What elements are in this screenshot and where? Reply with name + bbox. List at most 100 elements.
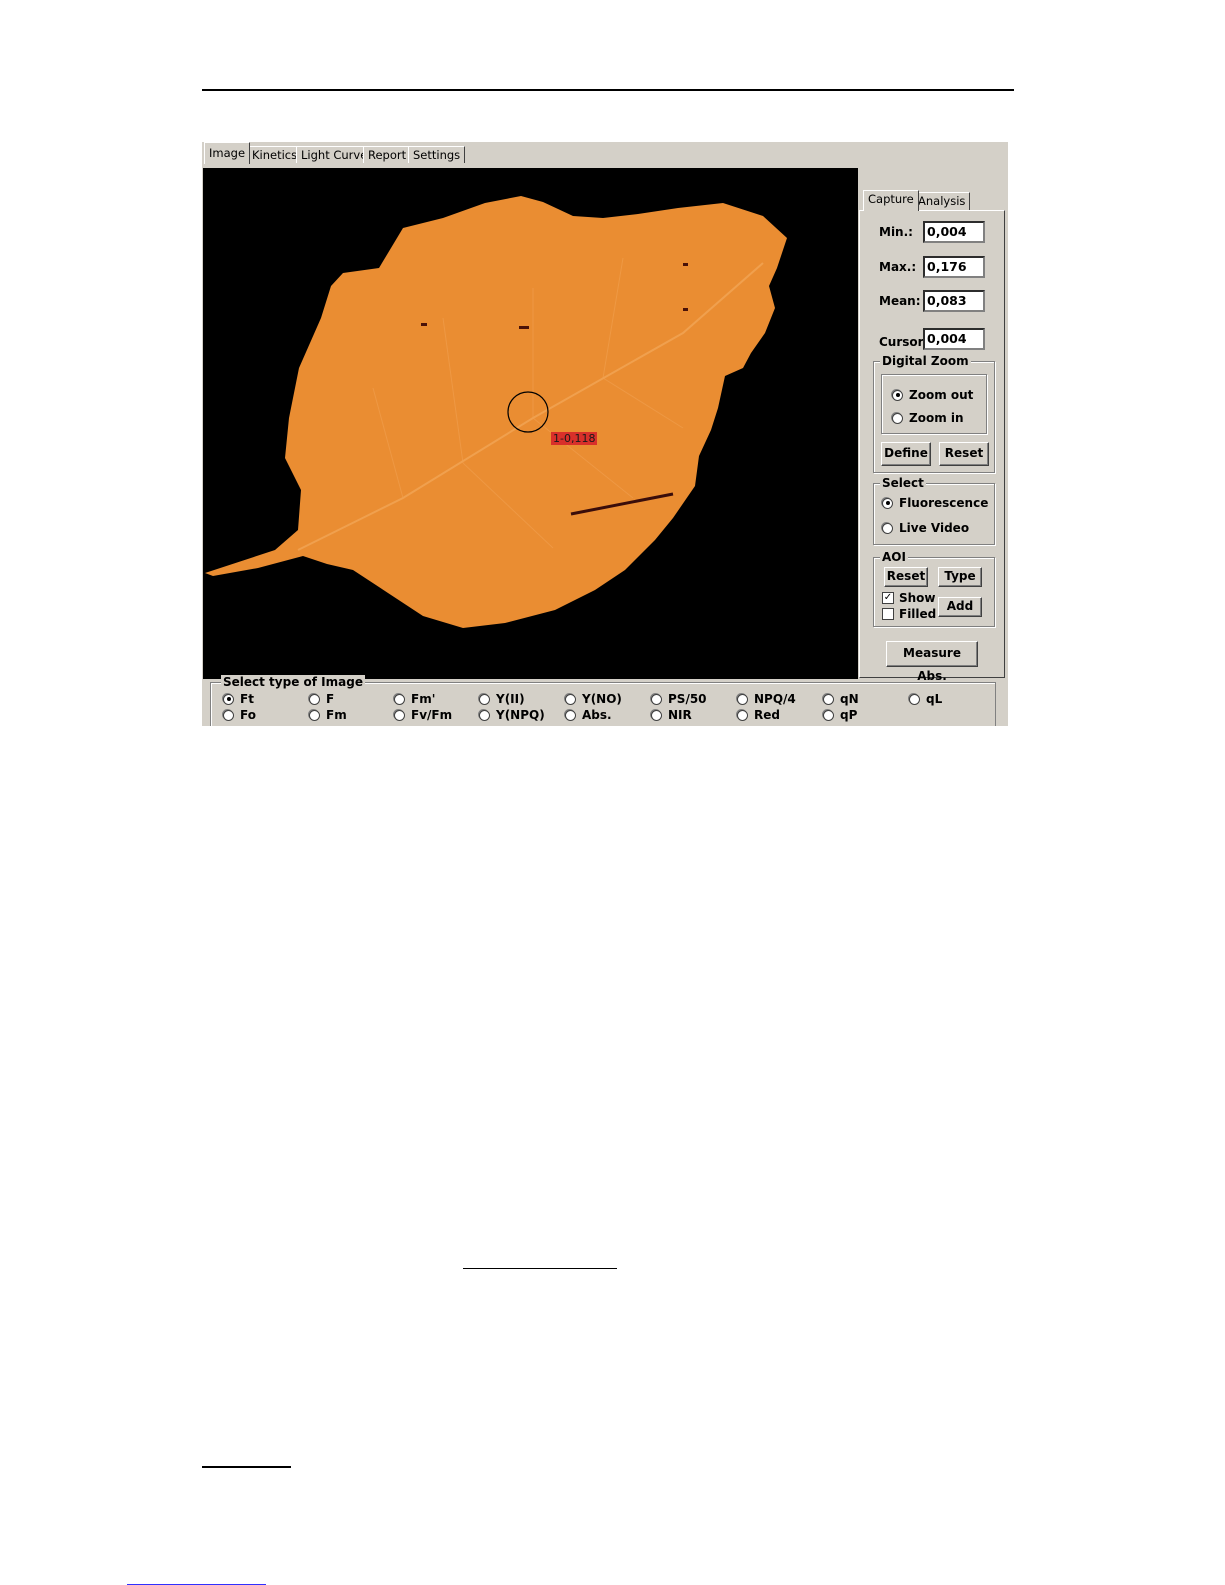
image-type-label: Fm' — [411, 692, 436, 706]
image-type-title: Select type of Image — [221, 675, 365, 689]
filled-checkbox[interactable]: Filled — [882, 607, 936, 621]
show-checkbox-box: ✓ — [882, 592, 894, 604]
image-type-radio-fm[interactable]: Fm' — [394, 692, 435, 706]
main-tabs: Image Kinetics Light Curve Report Settin… — [202, 142, 1008, 164]
zoom-in-radio[interactable]: Zoom in — [892, 411, 964, 425]
aoi-title: AOI — [880, 550, 908, 564]
select-group: Select Fluorescence Live Video — [873, 476, 995, 545]
imaging-window: Image Kinetics Light Curve Report Settin… — [202, 142, 1008, 726]
radio-dot — [823, 693, 834, 705]
zoom-in-radio-dot — [892, 412, 903, 424]
capture-panel: Min.: 0,004 Max.: 0,176 Mean: 0,083 Curs… — [859, 210, 1005, 683]
image-type-label: F — [326, 692, 335, 706]
radio-dot — [565, 693, 576, 705]
image-type-label: Fo — [240, 708, 256, 722]
radio-dot — [309, 693, 320, 705]
image-type-radio-y-npq[interactable]: Y(NPQ) — [479, 708, 545, 722]
live-video-label: Live Video — [899, 521, 970, 535]
filled-label: Filled — [899, 607, 937, 621]
aoi-reset-button[interactable]: Reset — [884, 567, 928, 587]
show-checkbox[interactable]: ✓ Show — [882, 591, 936, 605]
radio-dot — [394, 693, 405, 705]
image-type-radio-qn[interactable]: qN — [823, 692, 859, 706]
aoi-group: AOI Reset Type ✓ Show Filled Add — [873, 550, 995, 627]
aoi-add-button[interactable]: Add — [938, 597, 982, 617]
radio-dot — [909, 693, 920, 705]
tab-analysis[interactable]: Analysis — [913, 192, 971, 210]
radio-dot — [651, 709, 662, 721]
tab-light-curve[interactable]: Light Curve — [296, 146, 373, 163]
fluorescence-radio[interactable]: Fluorescence — [882, 496, 988, 510]
cursor-field: 0,004 — [923, 328, 985, 350]
image-type-radio-fm[interactable]: Fm — [309, 708, 347, 722]
image-type-radio-fv-fm[interactable]: Fv/Fm — [394, 708, 452, 722]
mean-label: Mean: — [879, 294, 921, 308]
tab-capture[interactable]: Capture — [863, 190, 919, 211]
image-type-radio-nir[interactable]: NIR — [651, 708, 692, 722]
zoom-out-label: Zoom out — [909, 388, 974, 402]
radio-dot — [394, 709, 405, 721]
live-video-radio-dot — [882, 522, 893, 534]
image-type-radio-y-no[interactable]: Y(NO) — [565, 692, 622, 706]
radio-dot — [479, 709, 490, 721]
max-label: Max.: — [879, 260, 917, 274]
tab-settings[interactable]: Settings — [408, 146, 466, 163]
image-type-radio-red[interactable]: Red — [737, 708, 780, 722]
image-type-group: Select type of Image Ft F Fm' Y(II) Y(NO) PS/… — [210, 675, 996, 726]
cursor-label: Cursor: — [879, 335, 929, 349]
image-type-radio-qp[interactable]: qP — [823, 708, 857, 722]
zoom-reset-button[interactable]: Reset — [939, 442, 989, 466]
fluorescence-radio-dot — [882, 497, 893, 509]
live-video-radio[interactable]: Live Video — [882, 521, 969, 535]
image-type-label: Abs. — [582, 708, 612, 722]
aoi-type-button[interactable]: Type — [938, 567, 982, 587]
image-type-label: Ft — [240, 692, 254, 706]
min-field: 0,004 — [923, 221, 985, 243]
tab-report[interactable]: Report — [363, 146, 412, 163]
image-type-label: NPQ/4 — [754, 692, 796, 706]
image-type-radio-abs[interactable]: Abs. — [565, 708, 612, 722]
zoom-options-box — [881, 374, 987, 434]
measure-abs-button[interactable]: Measure Abs. — [886, 641, 978, 683]
fluorescence-image-canvas[interactable]: 1-0,118 — [203, 168, 858, 679]
radio-dot — [309, 709, 320, 721]
radio-dot — [737, 709, 748, 721]
image-type-radio-ql[interactable]: qL — [909, 692, 942, 706]
image-type-radio-ft[interactable]: Ft — [223, 692, 254, 706]
aoi-value-label: 1-0,118 — [551, 432, 598, 445]
tab-image[interactable]: Image — [204, 142, 251, 164]
zoom-in-label: Zoom in — [909, 411, 964, 425]
image-type-label: Y(NO) — [582, 692, 622, 706]
image-type-label: NIR — [668, 708, 692, 722]
digital-zoom-group: Digital Zoom Zoom out Zoom in Define Res… — [873, 354, 995, 473]
footnote-rule — [202, 1466, 291, 1468]
max-field: 0,176 — [923, 256, 985, 278]
header-rule — [202, 89, 1014, 91]
image-type-label: qP — [840, 708, 858, 722]
tab-kinetics[interactable]: Kinetics — [247, 146, 303, 163]
radio-dot — [651, 693, 662, 705]
zoom-out-radio-dot — [892, 389, 903, 401]
radio-dot — [223, 709, 234, 721]
image-type-radio-npq-4[interactable]: NPQ/4 — [737, 692, 796, 706]
define-button[interactable]: Define — [881, 442, 931, 466]
image-type-radio-f[interactable]: F — [309, 692, 334, 706]
image-type-radio-y-ii[interactable]: Y(II) — [479, 692, 525, 706]
blank-underline — [463, 1268, 617, 1269]
fluorescence-label: Fluorescence — [899, 496, 989, 510]
radio-dot — [565, 709, 576, 721]
zoom-out-radio[interactable]: Zoom out — [892, 388, 973, 402]
image-type-label: Y(NPQ) — [496, 708, 545, 722]
mean-field: 0,083 — [923, 290, 985, 312]
radio-dot — [737, 693, 748, 705]
image-type-radio-ps-50[interactable]: PS/50 — [651, 692, 707, 706]
select-title: Select — [880, 476, 926, 490]
show-label: Show — [899, 591, 936, 605]
filled-checkbox-box — [882, 608, 894, 620]
image-type-radio-fo[interactable]: Fo — [223, 708, 256, 722]
image-type-label: Y(II) — [496, 692, 525, 706]
radio-dot — [823, 709, 834, 721]
radio-dot — [479, 693, 490, 705]
min-label: Min.: — [879, 225, 913, 239]
radio-dot — [223, 693, 234, 705]
